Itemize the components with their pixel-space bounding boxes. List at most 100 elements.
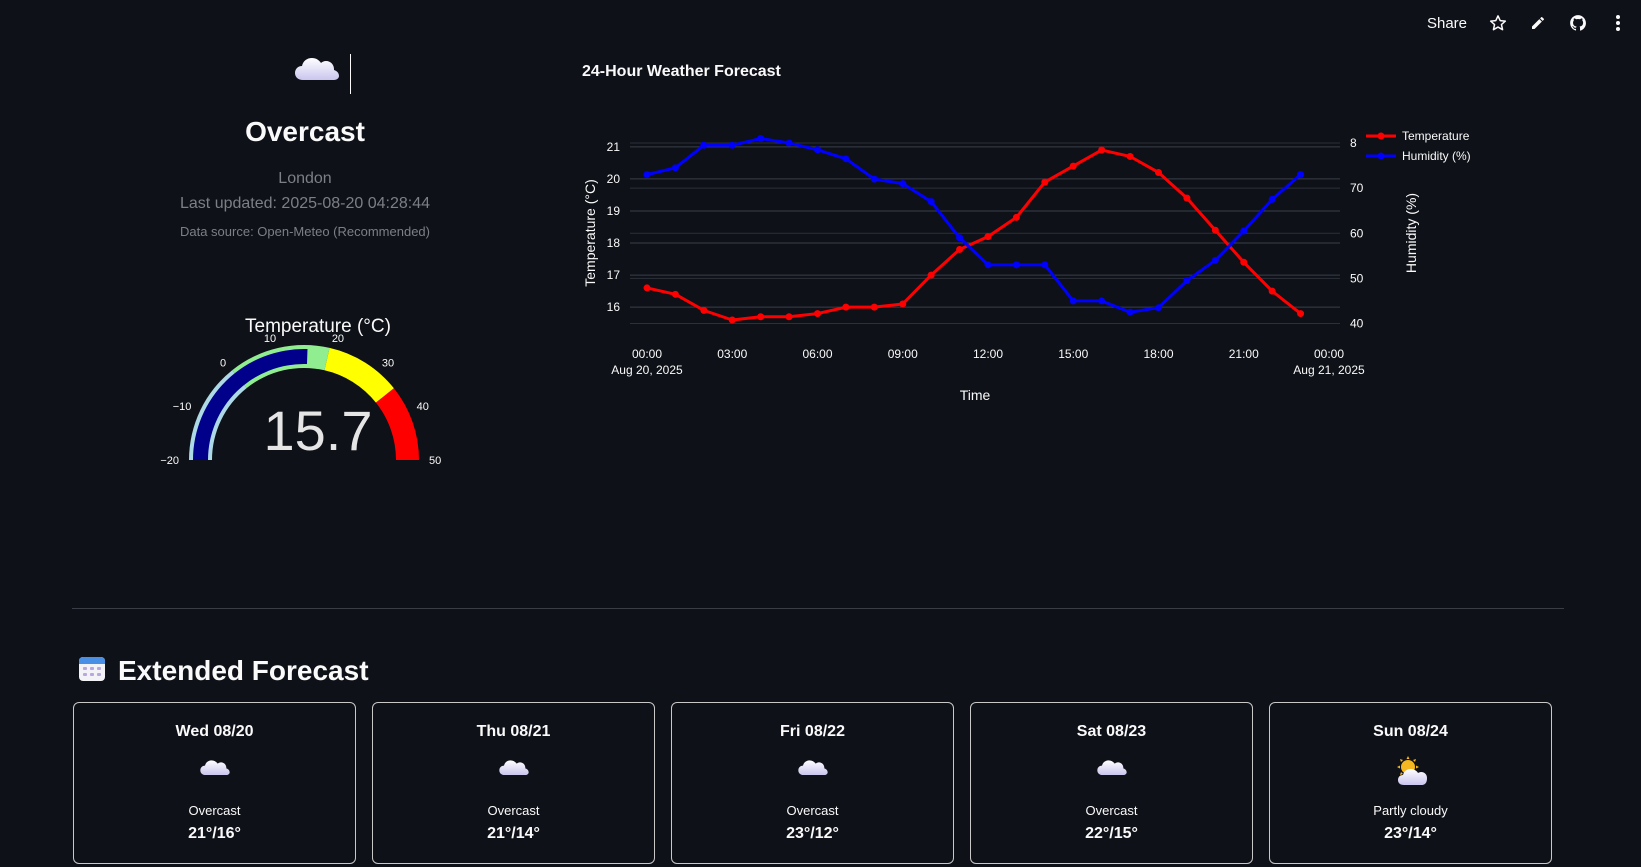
data-point: [1211, 226, 1219, 234]
github-icon[interactable]: [1569, 14, 1587, 32]
data-point: [984, 261, 992, 269]
data-point: [671, 290, 679, 298]
x-tick-label: 12:00: [973, 347, 1003, 361]
data-point: [785, 139, 793, 147]
y2-tick-label: 40: [1350, 316, 1364, 330]
data-point: [1183, 194, 1191, 202]
gauge-value: 15.7: [264, 399, 373, 462]
extended-forecast-header: Extended Forecast: [78, 654, 369, 687]
legend-label: Temperature (°C): [1402, 129, 1470, 143]
top-toolbar: Share: [1427, 14, 1627, 32]
city-name: London: [278, 170, 332, 187]
y-tick-label: 21: [607, 140, 621, 154]
sun-behind-cloud-icon: [1270, 755, 1551, 787]
data-point: [1155, 168, 1162, 176]
forecast-card: Fri 08/22 Overcast 23°/12°: [671, 702, 954, 864]
cloud-icon: [293, 52, 341, 89]
forecast-condition: Overcast: [487, 803, 540, 818]
forecast-temps: 22°/15°: [1085, 825, 1138, 842]
y-tick-label: 16: [607, 300, 621, 314]
temperature-gauge: Temperature (°C) −20 −10 0 10 20 30 40 50 15.7: [160, 310, 450, 495]
x-tick-label: 21:00: [1229, 347, 1259, 361]
forecast-card: Sat 08/23 Overcast 22°/15°: [970, 702, 1253, 864]
forecast-card: Thu 08/21 Overcast 21°/14°: [372, 702, 655, 864]
legend-marker: [1377, 132, 1385, 140]
forecast-temps: 23°/12°: [786, 825, 839, 842]
data-point: [870, 303, 878, 311]
legend-label: Humidity (%): [1402, 149, 1470, 163]
cloud-icon: [74, 755, 355, 779]
forecast-day: Sat 08/23: [1076, 723, 1147, 740]
data-point: [1012, 261, 1020, 269]
x-tick-label: 00:00: [632, 347, 662, 361]
data-point: [927, 271, 935, 279]
data-point: [842, 303, 850, 311]
x-tick-label: 18:00: [1143, 347, 1173, 361]
forecast-day: Thu 08/21: [476, 723, 551, 740]
data-point: [728, 141, 736, 149]
data-point: [870, 175, 878, 183]
y-tick-label: 18: [607, 236, 621, 250]
gauge-band: [375, 388, 419, 460]
x-tick-sublabel: Aug 20, 2025: [611, 363, 683, 377]
cloud-icon: [672, 755, 953, 779]
data-point: [1211, 256, 1219, 264]
data-point: [814, 310, 821, 318]
data-point: [757, 135, 765, 143]
cloud-icon: [971, 755, 1252, 779]
x-tick-label: 03:00: [717, 347, 747, 361]
x-tick-label: 09:00: [888, 347, 918, 361]
x-tick-label: 00:00: [1314, 347, 1344, 361]
data-point: [1126, 308, 1134, 316]
section-divider: [72, 608, 1564, 609]
data-point: [700, 306, 708, 314]
data-point: [1297, 310, 1305, 318]
data-point: [984, 233, 992, 241]
y2-axis-title: Humidity (%): [1403, 193, 1419, 273]
data-point: [842, 155, 850, 163]
gauge-tick-label: 30: [382, 357, 394, 369]
data-point: [1098, 297, 1106, 305]
data-point: [757, 313, 765, 321]
share-button[interactable]: Share: [1427, 15, 1467, 32]
text-cursor: [350, 54, 351, 94]
gauge-tick-label: 40: [417, 401, 429, 413]
gauge-tick-label: −20: [160, 455, 179, 467]
data-point: [1297, 171, 1305, 179]
data-point: [1069, 297, 1077, 305]
data-point: [1183, 277, 1191, 285]
cloud-icon: [373, 755, 654, 779]
last-updated: Last updated: 2025-08-20 04:28:44: [180, 195, 430, 212]
data-point: [643, 284, 651, 292]
forecast-condition: Overcast: [786, 803, 839, 818]
gauge-tick-label: 0: [220, 357, 226, 369]
data-point: [1012, 213, 1020, 221]
star-icon[interactable]: [1489, 14, 1507, 32]
data-point: [1041, 261, 1049, 269]
forecast-day: Fri 08/22: [780, 723, 845, 740]
gauge-tick-label: 10: [264, 333, 276, 345]
forecast-condition: Overcast: [188, 803, 241, 818]
data-point: [1268, 287, 1276, 295]
forecast-card: Sun 08/24 Partly cloudy 23°/14°: [1269, 702, 1552, 864]
forecast-temps: 21°/14°: [487, 825, 540, 842]
data-point: [671, 164, 679, 172]
gauge-band: [324, 347, 394, 403]
y-tick-label: 20: [607, 172, 621, 186]
y2-tick-label: 8: [1350, 136, 1357, 150]
calendar-icon: [78, 654, 106, 687]
data-point: [899, 300, 907, 308]
edit-icon[interactable]: [1529, 14, 1547, 32]
data-point: [1126, 152, 1134, 160]
data-point: [956, 245, 964, 253]
forecast-temps: 21°/16°: [188, 825, 241, 842]
x-tick-label: 15:00: [1058, 347, 1088, 361]
data-point: [956, 234, 964, 242]
y-axis-title: Temperature (°C): [582, 179, 598, 287]
forecast-day: Sun 08/24: [1373, 723, 1448, 740]
forecast-day: Wed 08/20: [175, 723, 254, 740]
more-vert-icon[interactable]: [1609, 14, 1627, 32]
y2-tick-label: 60: [1350, 226, 1364, 240]
data-point: [643, 171, 651, 179]
data-point: [814, 146, 821, 154]
